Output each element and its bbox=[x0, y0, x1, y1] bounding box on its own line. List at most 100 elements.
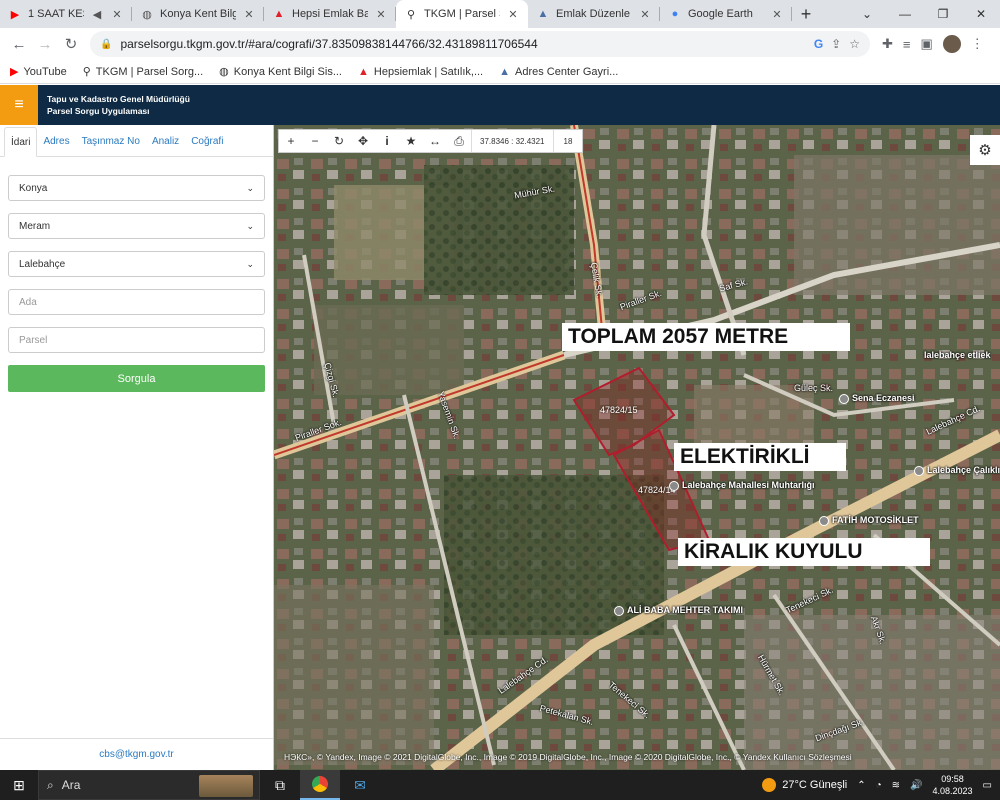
locate-icon[interactable]: ✥ bbox=[351, 130, 375, 152]
os-taskbar: ⊞ ⌕ Ara ⧉ ✉ 27°C Güneşli ⌃ ◔ ≋ 🔊 09:58 4… bbox=[0, 770, 1000, 800]
new-tab-button[interactable]: + bbox=[792, 0, 820, 28]
gear-icon[interactable]: ⚙ bbox=[970, 135, 1000, 165]
back-icon[interactable]: ← bbox=[6, 31, 32, 57]
parsel-placeholder: Parsel bbox=[19, 334, 48, 346]
close-icon[interactable]: ✕ bbox=[638, 8, 652, 21]
browser-tab[interactable]: ▲ Emlak Düzenle ‹ Ad ✕ bbox=[528, 0, 660, 28]
poi-label: Lalebahçe Mahallesi Muhtarlığı bbox=[682, 480, 815, 490]
side-panel-icon[interactable]: ▣ bbox=[921, 36, 933, 52]
extensions-icon[interactable]: ✚ bbox=[882, 36, 893, 52]
tab-search-icon[interactable]: ⌄ bbox=[848, 0, 886, 28]
restore-icon[interactable]: ❐ bbox=[924, 0, 962, 28]
hamburger-menu-icon[interactable]: ≡ bbox=[0, 85, 38, 125]
bookmark-item[interactable]: ▶ YouTube bbox=[10, 65, 67, 79]
zoom-out-icon[interactable]: − bbox=[303, 130, 327, 152]
close-window-icon[interactable]: ✕ bbox=[962, 0, 1000, 28]
mahalle-select[interactable]: Lalebahçe ⌄ bbox=[8, 251, 265, 277]
poi-place[interactable]: Lalebahçe Çalıklı bbox=[914, 465, 1000, 476]
tab-title: TKGM | Parsel Sorgu bbox=[424, 8, 500, 20]
il-select[interactable]: Konya ⌄ bbox=[8, 175, 265, 201]
map-attribution[interactable]: НЭКС», © Yandex, Image © 2021 DigitalGlo… bbox=[284, 752, 852, 762]
map-view[interactable]: + − ↻ ✥ i ★ ↔ ⎙ 37.8346 : 32.4321 18 ⚙ M… bbox=[274, 125, 1000, 770]
ilce-select[interactable]: Meram ⌄ bbox=[8, 213, 265, 239]
url-text[interactable]: parselsorgu.tkgm.gov.tr/#ara/cografi/37.… bbox=[120, 37, 805, 51]
poi-label: Lalebahçe Çalıklı bbox=[927, 465, 1000, 475]
browser-tab[interactable]: ● Google Earth ✕ bbox=[660, 0, 792, 28]
browser-tab[interactable]: ▲ Hepsi Emlak Bana G ✕ bbox=[264, 0, 396, 28]
triangle-icon: ▲ bbox=[499, 65, 511, 78]
hepsiemlak-icon: ▲ bbox=[273, 8, 285, 20]
chevron-up-icon[interactable]: ⌃ bbox=[857, 780, 865, 791]
browser-tab-active[interactable]: ⚲ TKGM | Parsel Sorgu ✕ bbox=[396, 0, 528, 28]
close-icon[interactable]: ✕ bbox=[242, 8, 256, 21]
bookmark-label: Adres Center Gayri... bbox=[515, 65, 619, 78]
bookmark-item[interactable]: ▲ Hepsiemlak | Satılık,... bbox=[358, 66, 483, 78]
close-icon[interactable]: ✕ bbox=[374, 8, 388, 21]
reading-list-icon[interactable]: ≡ bbox=[903, 37, 911, 52]
ada-input[interactable]: Ada bbox=[8, 289, 265, 315]
poi-place[interactable]: lalebahçe etliek bbox=[924, 350, 991, 360]
tab-cografi[interactable]: Coğrafi bbox=[185, 126, 229, 156]
weather-widget[interactable]: 27°C Güneşli bbox=[762, 778, 847, 792]
mail-icon[interactable]: ✉ bbox=[340, 770, 380, 800]
profile-avatar[interactable] bbox=[942, 35, 961, 53]
zoom-in-icon[interactable]: + bbox=[279, 130, 303, 152]
globe-icon: ◍ bbox=[219, 66, 229, 78]
poi-label: FATİH MOTOSİKLET bbox=[832, 515, 919, 525]
query-form: Konya ⌄ Meram ⌄ Lalebahçe ⌄ Ada Parsel Sorg… bbox=[0, 157, 273, 392]
tab-idari[interactable]: İdari bbox=[4, 127, 38, 157]
poi-shop[interactable]: FATİH MOTOSİKLET bbox=[819, 515, 919, 526]
menu-kebab-icon[interactable]: ⋮ bbox=[971, 36, 984, 52]
chevron-down-icon: ⌄ bbox=[246, 258, 254, 269]
bookmark-item[interactable]: ▲ Adres Center Gayri... bbox=[499, 66, 618, 78]
clock[interactable]: 09:58 4.08.2023 bbox=[933, 773, 973, 797]
wifi-icon[interactable]: ≋ bbox=[892, 780, 900, 791]
app-title: Tapu ve Kadastro Genel Müdürlüğü Parsel … bbox=[47, 93, 190, 117]
tab-adres[interactable]: Adres bbox=[37, 126, 75, 156]
tab-tasinmaz-no[interactable]: Taşınmaz No bbox=[76, 126, 146, 156]
tab-analiz[interactable]: Analiz bbox=[146, 126, 185, 156]
hepsiemlak-icon: ▲ bbox=[358, 65, 369, 78]
poi-pharmacy[interactable]: Sena Eczanesi bbox=[839, 393, 915, 404]
contact-email-link[interactable]: cbs@tkgm.gov.tr bbox=[0, 738, 273, 770]
refresh-icon[interactable]: ↻ bbox=[327, 130, 351, 152]
measure-icon[interactable]: ↔ bbox=[423, 130, 447, 152]
reload-icon[interactable]: ↻ bbox=[58, 31, 84, 57]
network-icon[interactable]: ◔ bbox=[876, 780, 882, 791]
poi-government[interactable]: Lalebahçe Mahallesi Muhtarlığı bbox=[669, 480, 815, 491]
windows-start-icon[interactable]: ⊞ bbox=[0, 770, 38, 800]
clock-date: 4.08.2023 bbox=[932, 786, 973, 796]
bookmark-item[interactable]: ⚲ TKGM | Parsel Sorg... bbox=[83, 65, 203, 79]
close-icon[interactable]: ✕ bbox=[110, 8, 124, 21]
close-icon[interactable]: ✕ bbox=[770, 8, 784, 21]
star-icon[interactable]: ★ bbox=[399, 130, 423, 152]
parcel-label[interactable]: 47824/15 bbox=[600, 405, 638, 415]
task-view-icon[interactable]: ⧉ bbox=[260, 770, 300, 800]
taskbar-search[interactable]: ⌕ Ara bbox=[38, 770, 260, 800]
volume-icon[interactable]: 🔊 bbox=[910, 780, 922, 791]
lock-icon[interactable]: 🔒 bbox=[100, 39, 112, 50]
share-icon[interactable]: ⇪ bbox=[831, 37, 841, 51]
close-icon[interactable]: ✕ bbox=[506, 8, 520, 21]
building-icon bbox=[669, 480, 679, 491]
address-bar[interactable]: 🔒 parselsorgu.tkgm.gov.tr/#ara/cografi/3… bbox=[90, 31, 870, 57]
chrome-icon[interactable] bbox=[300, 770, 340, 800]
parsel-input[interactable]: Parsel bbox=[8, 327, 265, 353]
minimize-icon[interactable]: — bbox=[886, 0, 924, 28]
tab-title: Konya Kent Bilgi Sis bbox=[160, 8, 236, 20]
browser-tab[interactable]: ▶ 1 SAAT KESİNTİ ◀ ✕ bbox=[0, 0, 132, 28]
bookmark-star-icon[interactable]: ☆ bbox=[849, 37, 860, 51]
speaker-icon[interactable]: ◀ bbox=[90, 8, 104, 21]
forward-icon[interactable]: → bbox=[32, 31, 58, 57]
print-icon[interactable]: ⎙ bbox=[447, 130, 471, 152]
bookmark-item[interactable]: ◍ Konya Kent Bilgi Sis... bbox=[219, 65, 342, 79]
google-icon[interactable]: G bbox=[814, 37, 823, 51]
notifications-icon[interactable]: ▭ bbox=[983, 780, 992, 791]
browser-tab[interactable]: ◍ Konya Kent Bilgi Sis ✕ bbox=[132, 0, 264, 28]
query-tabs: İdari Adres Taşınmaz No Analiz Coğrafi bbox=[0, 125, 273, 157]
poi-place[interactable]: ALİ BABA MEHTER TAKIMI bbox=[614, 605, 743, 616]
youtube-icon: ▶ bbox=[10, 66, 19, 78]
info-icon[interactable]: i bbox=[375, 130, 399, 152]
poi-label: lalebahçe etliek bbox=[924, 350, 991, 360]
sorgula-button[interactable]: Sorgula bbox=[8, 365, 265, 392]
